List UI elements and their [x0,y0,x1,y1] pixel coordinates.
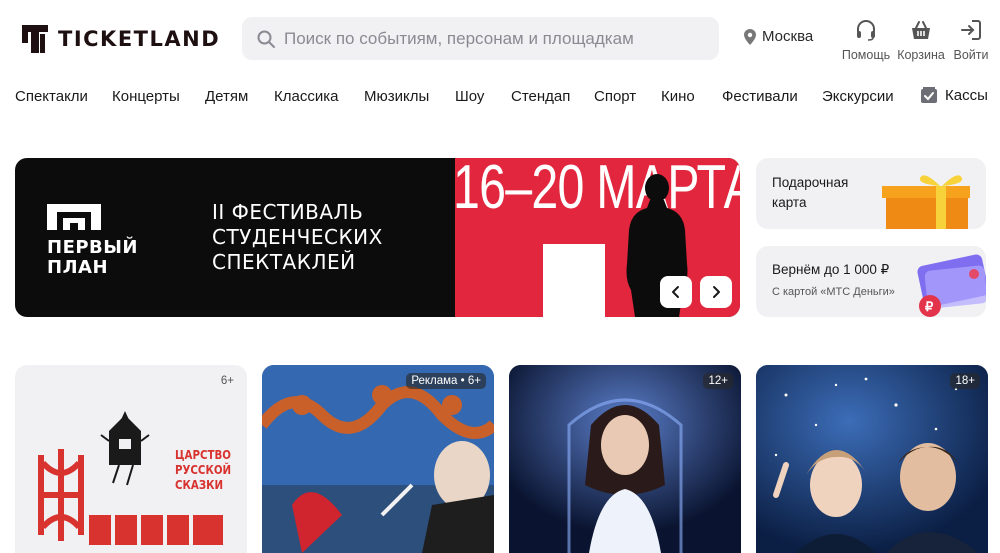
carousel-prev-button[interactable] [660,276,692,308]
login-button[interactable]: Войти [943,18,999,62]
nav-item-klassika[interactable]: Классика [274,88,338,105]
nav-item-myuzikly[interactable]: Мюзиклы [364,88,429,105]
gift-card-promo[interactable]: Подарочная карта [756,158,986,229]
login-icon [961,20,981,40]
event-poster-image [509,365,741,553]
nav-item-kino[interactable]: Кино [661,88,695,105]
pervyi-plan-logo-icon [47,204,101,230]
chevron-right-icon [713,286,720,298]
age-rating-badge: 6+ [220,375,234,387]
event-poster-image [262,365,494,553]
festival-title: II ФЕСТИВАЛЬ СТУДЕНЧЕСКИХ СПЕКТАКЛЕЙ [212,200,383,274]
cart-button[interactable]: Корзина [893,18,949,62]
kassy-label: Кассы [945,86,988,104]
hero-white-block [543,244,605,317]
gift-box-image [882,175,970,229]
nav-item-ekskursii[interactable]: Экскурсии [822,88,894,105]
site-header: TICKETLAND Москва Помощь [0,0,1000,78]
svg-text:₽: ₽ [925,299,934,314]
nav-item-festivali[interactable]: Фестивали [722,88,798,105]
chevron-left-icon [672,286,679,298]
nav-item-spektakli[interactable]: Спектакли [15,88,88,105]
age-rating-badge: 18+ [950,373,980,389]
nav-item-sport[interactable]: Спорт [594,88,636,105]
mts-cashback-promo[interactable]: Вернём до 1 000 ₽ С картой «МТС Деньги» … [756,246,986,317]
event-card[interactable]: 18+ [756,365,988,553]
cashback-subtitle: С картой «МТС Деньги» [772,286,895,298]
nav-item-detyam[interactable]: Детям [205,88,248,105]
search-box[interactable] [242,17,719,60]
nav-item-shou[interactable]: Шоу [455,88,484,105]
basket-icon [912,21,930,39]
search-icon [257,30,275,48]
login-label: Войти [953,48,989,62]
event-card[interactable]: 6+ ЦАРСТВО РУССКОЙ СКАЗКИ [15,365,247,553]
event-poster-image [756,365,988,553]
category-nav: Спектакли Концерты Детям Классика Мюзикл… [0,84,1000,110]
event-card[interactable]: 12+ [509,365,741,553]
age-rating-badge: 12+ [703,373,733,389]
cashback-title: Вернём до 1 000 ₽ [772,262,890,277]
age-rating-badge: Реклама • 6+ [406,373,486,389]
carousel-next-button[interactable] [700,276,732,308]
hero-banner[interactable]: 16–20 МАРТА ПЕРВЫЙ ПЛАН II ФЕСТИВАЛЬ СТУ… [15,158,740,317]
headset-icon [857,20,875,41]
search-input[interactable] [284,28,704,49]
bank-card-image: ₽ [917,254,986,317]
help-label: Помощь [841,48,891,62]
city-label: Москва [762,28,814,45]
logo-text: TICKETLAND [58,27,221,51]
cart-label: Корзина [897,48,945,62]
pervyi-plan-text: ПЕРВЫЙ ПЛАН [47,237,138,278]
city-selector[interactable]: Москва [744,28,813,45]
help-button[interactable]: Помощь [838,18,894,62]
nav-item-koncerty[interactable]: Концерты [112,88,180,105]
ticketland-logo-icon [22,25,48,53]
kassy-link[interactable]: Кассы [920,86,988,104]
ticket-office-icon [921,87,937,103]
location-pin-icon [744,28,756,45]
nav-item-stendap[interactable]: Стендап [511,88,570,105]
pervyi-plan-logo: ПЕРВЫЙ ПЛАН [47,204,138,278]
event-title-text: ЦАРСТВО РУССКОЙ СКАЗКИ [175,447,232,492]
event-card[interactable]: Реклама • 6+ [262,365,494,553]
gift-card-title: Подарочная карта [772,175,849,210]
ticketland-logo[interactable]: TICKETLAND [20,23,220,55]
